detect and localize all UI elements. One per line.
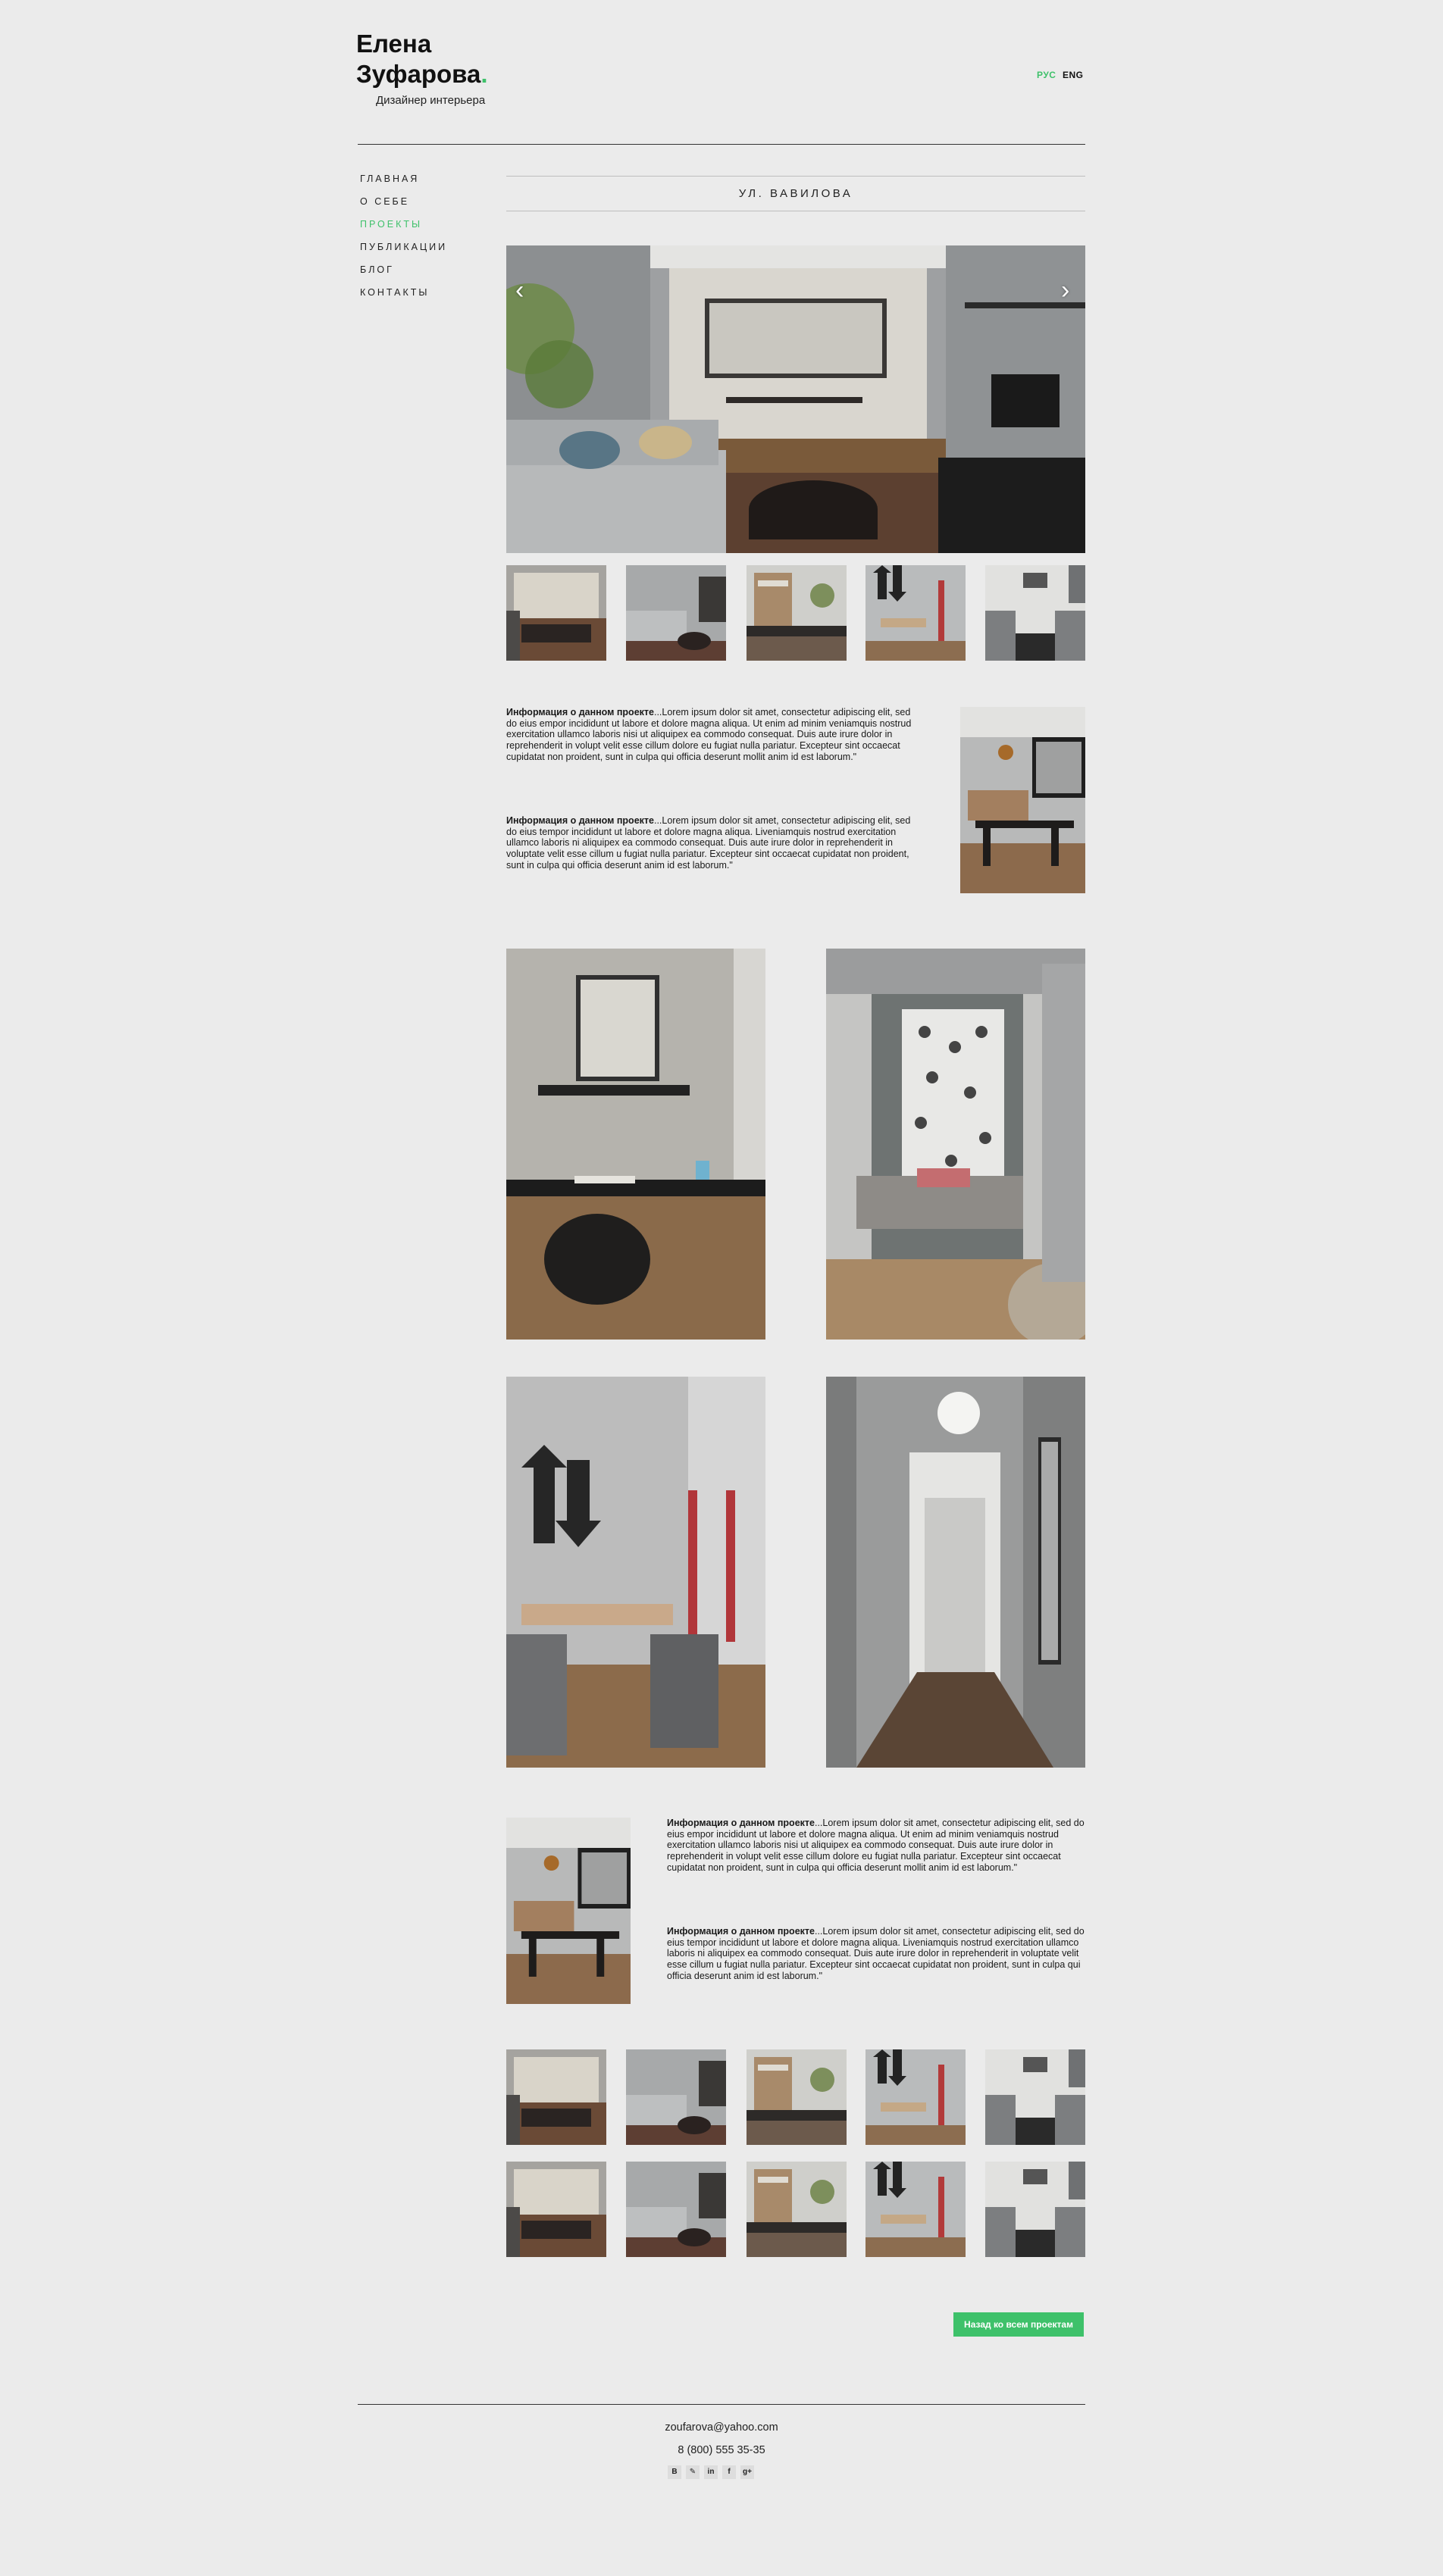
footer-phone: 8 (800) 555 35-35 xyxy=(678,2444,765,2456)
hallway-photo[interactable] xyxy=(826,1377,1085,1768)
logo-dot: . xyxy=(480,60,488,88)
back-to-projects-button[interactable]: Назад ко всем проектам xyxy=(953,2312,1084,2337)
gallery-thumbnail[interactable] xyxy=(865,2162,966,2257)
nav-item-about[interactable]: О СЕБЕ xyxy=(360,196,409,207)
next-arrow-icon[interactable]: › xyxy=(1061,277,1069,303)
gallery-thumbnail[interactable] xyxy=(985,2162,1085,2257)
prev-arrow-icon[interactable]: ‹ xyxy=(515,277,524,303)
gallery-thumbnail[interactable] xyxy=(985,2049,1085,2145)
dining-room-photo-2[interactable] xyxy=(506,1818,631,2004)
info-label: Информация о данном проекте xyxy=(667,1926,815,1937)
lang-en-link[interactable]: ENG xyxy=(1063,70,1084,80)
main-slider-photo[interactable]: ‹ › xyxy=(506,245,1085,553)
info-label: Информация о данном проекте xyxy=(506,707,654,717)
study-corner-photo[interactable] xyxy=(506,949,765,1340)
pinterest-icon[interactable]: ✎ xyxy=(686,2465,700,2479)
logo-last-name: Зуфарова xyxy=(356,60,481,88)
gallery-thumbnail[interactable] xyxy=(506,2162,606,2257)
nav-item-contacts[interactable]: КОНТАКТЫ xyxy=(360,287,429,298)
thumbnail-5[interactable] xyxy=(985,565,1085,661)
thumbnail-1[interactable] xyxy=(506,565,606,661)
thumbnail-4[interactable] xyxy=(865,565,966,661)
gallery-thumbnail[interactable] xyxy=(747,2049,847,2145)
nav-item-blog[interactable]: БЛОГ xyxy=(360,264,394,275)
dining-room-photo[interactable] xyxy=(960,707,1085,893)
linkedin-icon[interactable]: in xyxy=(704,2465,718,2479)
nav-item-home[interactable]: ГЛАВНАЯ xyxy=(360,174,419,184)
logo[interactable]: Елена Зуфарова. xyxy=(356,29,488,89)
project-description-1: Информация о данном проекте...Lorem ipsu… xyxy=(506,707,923,763)
info-label: Информация о данном проекте xyxy=(667,1818,815,1828)
behance-icon[interactable]: B xyxy=(668,2465,681,2479)
kids-bedroom-photo[interactable] xyxy=(826,949,1085,1340)
logo-first-name: Елена xyxy=(356,30,432,58)
project-description-2: Информация о данном проекте...Lorem ipsu… xyxy=(506,815,923,871)
facebook-icon[interactable]: f xyxy=(722,2465,736,2479)
header-divider xyxy=(358,144,1085,145)
project-description-3: Информация о данном проекте...Lorem ipsu… xyxy=(667,1818,1085,1874)
gallery-thumbnail[interactable] xyxy=(865,2049,966,2145)
gallery-thumbnail[interactable] xyxy=(747,2162,847,2257)
logo-subtitle: Дизайнер интерьера xyxy=(376,94,486,107)
thumbnail-3[interactable] xyxy=(747,565,847,661)
footer-email[interactable]: zoufarova@yahoo.com xyxy=(0,2421,1443,2434)
nav-item-publications[interactable]: ПУБЛИКАЦИИ xyxy=(360,242,447,252)
thumbnail-2[interactable] xyxy=(626,565,726,661)
gallery-thumbnail[interactable] xyxy=(506,2049,606,2145)
title-divider-top xyxy=(506,176,1085,177)
info-label: Информация о данном проекте xyxy=(506,815,654,826)
lang-ru-link[interactable]: РУС xyxy=(1037,70,1056,80)
project-description-4: Информация о данном проекте...Lorem ipsu… xyxy=(667,1926,1085,1982)
gallery-thumbnail[interactable] xyxy=(626,2049,726,2145)
footer-divider xyxy=(358,2404,1085,2405)
nav-item-projects[interactable]: ПРОЕКТЫ xyxy=(360,219,422,230)
gallery-thumbnail[interactable] xyxy=(626,2162,726,2257)
project-title: УЛ. ВАВИЛОВА xyxy=(738,187,853,200)
kids-playroom-photo[interactable] xyxy=(506,1377,765,1768)
google-plus-icon[interactable]: g+ xyxy=(740,2465,754,2479)
